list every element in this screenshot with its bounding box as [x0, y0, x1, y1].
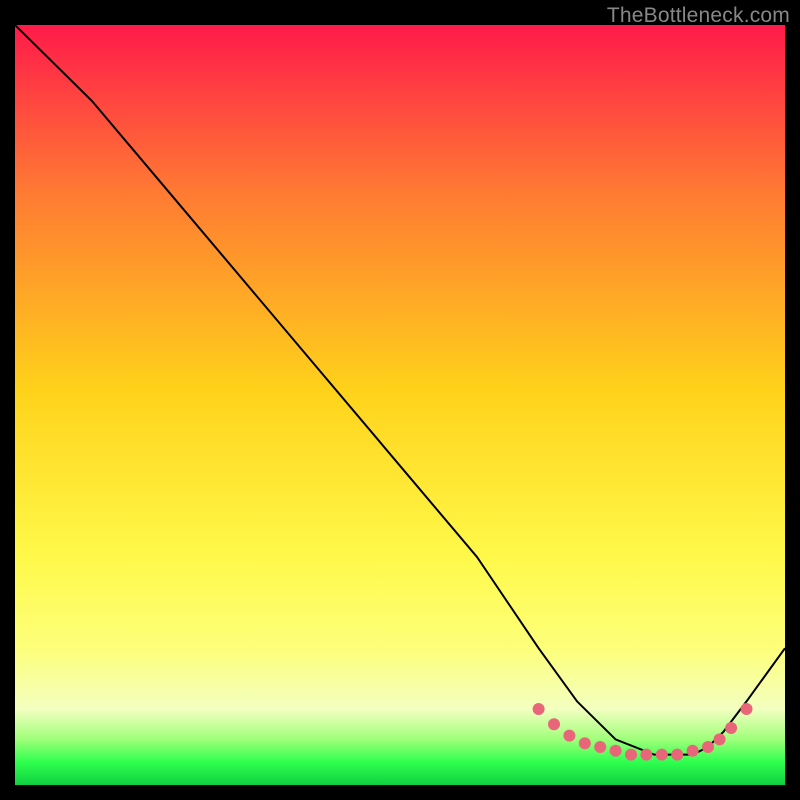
watermark-text: TheBottleneck.com — [607, 4, 790, 28]
plot-svg — [15, 25, 785, 785]
chart-frame: TheBottleneck.com — [0, 0, 800, 800]
sweet-spot-dot — [579, 737, 591, 749]
gradient-background — [15, 25, 785, 785]
sweet-spot-dot — [656, 749, 668, 761]
sweet-spot-dot — [741, 703, 753, 715]
sweet-spot-dot — [533, 703, 545, 715]
sweet-spot-dot — [625, 749, 637, 761]
sweet-spot-dot — [563, 730, 575, 742]
sweet-spot-dot — [610, 745, 622, 757]
sweet-spot-dot — [725, 722, 737, 734]
sweet-spot-dot — [548, 718, 560, 730]
sweet-spot-dot — [640, 749, 652, 761]
sweet-spot-dot — [594, 741, 606, 753]
sweet-spot-dot — [671, 749, 683, 761]
sweet-spot-dot — [714, 733, 726, 745]
sweet-spot-dot — [702, 741, 714, 753]
plot-area — [15, 25, 785, 785]
sweet-spot-dot — [687, 745, 699, 757]
